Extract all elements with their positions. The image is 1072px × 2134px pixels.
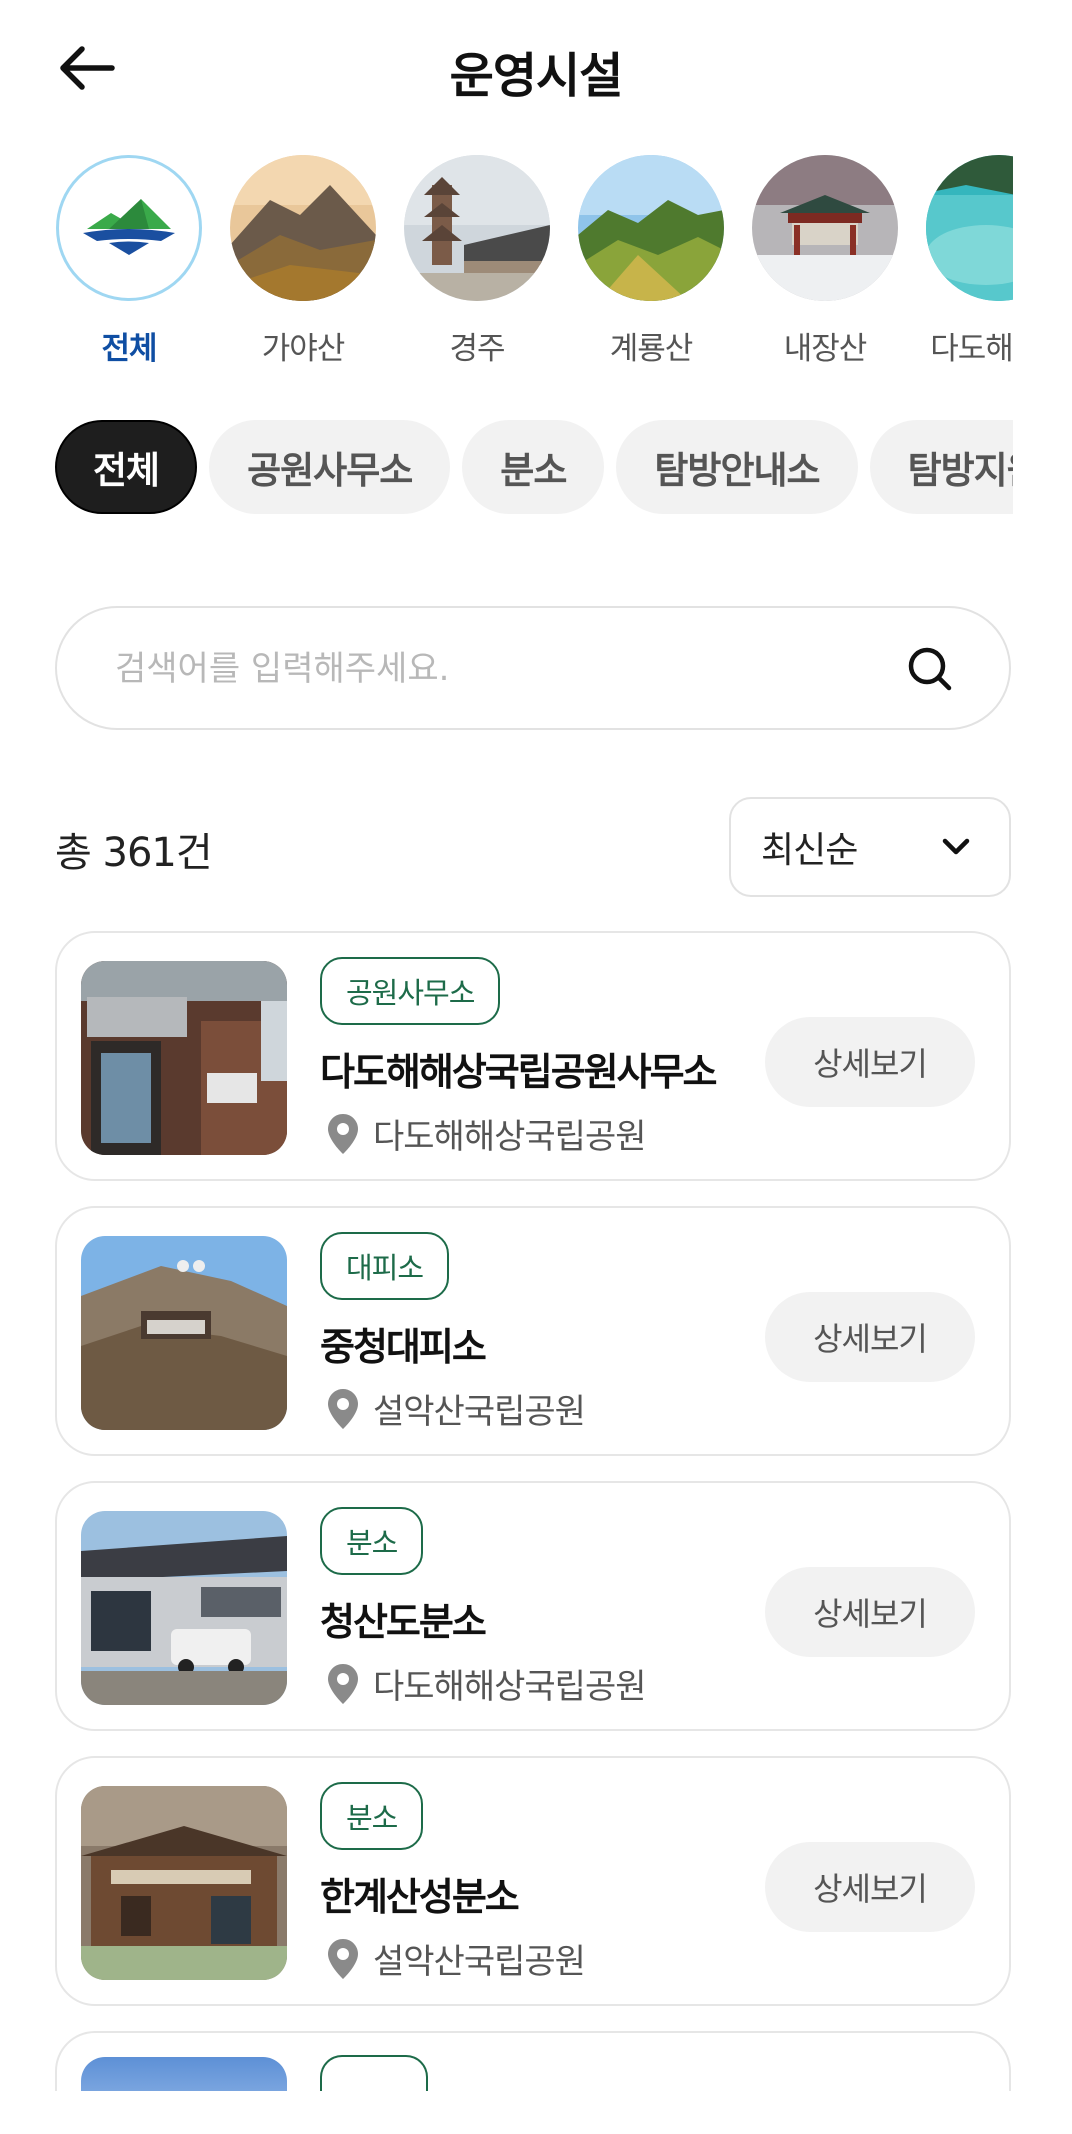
sort-dropdown[interactable]: 최신순 bbox=[729, 797, 1011, 897]
park-selector[interactable]: 전체 가야산 경주 계룡산 내장산 다도해 bbox=[55, 155, 1013, 365]
facility-name: 한계산성분소 bbox=[320, 1875, 520, 1919]
facility-location: 다도해해상국립공원 bbox=[327, 1659, 647, 1708]
park-item-naejangsan[interactable]: 내장산 bbox=[751, 155, 899, 365]
page-title: 운영시설 bbox=[449, 48, 624, 104]
facility-type-badge bbox=[320, 2055, 428, 2091]
facility-park-name: 다도해해상국립공원 bbox=[373, 1117, 647, 1157]
park-label: 다도해해상 bbox=[930, 331, 1013, 365]
park-photo-image bbox=[752, 155, 898, 301]
result-count: 총 361건 bbox=[55, 830, 213, 876]
location-pin-icon bbox=[328, 1388, 358, 1429]
park-item-dadohae[interactable]: 다도해해상 bbox=[925, 155, 1013, 365]
facility-card[interactable]: 공원사무소 다도해해상국립공원사무소 다도해해상국립공원 상세보기 bbox=[55, 931, 1011, 1181]
detail-button[interactable]: 상세보기 bbox=[765, 1017, 975, 1107]
search-input[interactable] bbox=[113, 608, 877, 730]
park-photo-image bbox=[578, 155, 724, 301]
park-item-gayasan[interactable]: 가야산 bbox=[229, 155, 377, 365]
facility-type-badge: 공원사무소 bbox=[320, 957, 501, 1025]
facility-card-partial[interactable] bbox=[55, 2031, 1011, 2091]
category-pill-all[interactable]: 전체 bbox=[55, 420, 198, 514]
facility-photo bbox=[81, 1786, 287, 1980]
location-pin-icon bbox=[328, 1663, 358, 1704]
facility-photo bbox=[81, 2057, 287, 2091]
facility-location: 다도해해상국립공원 bbox=[327, 1109, 647, 1158]
park-logo-image bbox=[56, 155, 202, 301]
facility-type-badge: 분소 bbox=[320, 1782, 424, 1850]
facility-photo bbox=[81, 961, 287, 1155]
facility-name: 다도해해상국립공원사무소 bbox=[320, 1050, 718, 1094]
facility-type-badge: 분소 bbox=[320, 1507, 424, 1575]
location-pin-icon bbox=[328, 1938, 358, 1979]
park-item-all[interactable]: 전체 bbox=[55, 155, 203, 365]
facility-park-name: 설악산국립공원 bbox=[373, 1942, 586, 1982]
park-photo-image bbox=[230, 155, 376, 301]
category-pill-support-center[interactable]: 탐방지원센터 bbox=[869, 420, 1013, 514]
facility-card[interactable]: 대피소 중청대피소 설악산국립공원 상세보기 bbox=[55, 1206, 1011, 1456]
facility-card[interactable]: 분소 청산도분소 다도해해상국립공원 상세보기 bbox=[55, 1481, 1011, 1731]
chevron-down-icon bbox=[942, 838, 970, 855]
sort-selected-value: 최신순 bbox=[761, 830, 858, 871]
facility-list: 공원사무소 다도해해상국립공원사무소 다도해해상국립공원 상세보기 대피소 중청… bbox=[55, 931, 1013, 2116]
detail-button[interactable]: 상세보기 bbox=[765, 1567, 975, 1657]
location-pin-icon bbox=[328, 1113, 358, 1154]
facility-park-name: 설악산국립공원 bbox=[373, 1392, 586, 1432]
national-park-logo-icon bbox=[83, 199, 175, 255]
park-photo-image bbox=[926, 155, 1013, 301]
category-pill-branch[interactable]: 분소 bbox=[462, 420, 605, 514]
park-label: 경주 bbox=[449, 331, 505, 365]
search-icon[interactable] bbox=[907, 646, 953, 692]
facility-photo bbox=[81, 1511, 287, 1705]
facility-location: 설악산국립공원 bbox=[327, 1384, 586, 1433]
facility-location: 설악산국립공원 bbox=[327, 1934, 586, 1983]
park-label: 가야산 bbox=[261, 331, 346, 365]
park-label: 계룡산 bbox=[609, 331, 694, 365]
category-pill-park-office[interactable]: 공원사무소 bbox=[209, 420, 451, 514]
facility-name: 중청대피소 bbox=[320, 1325, 487, 1369]
search-bar bbox=[55, 606, 1011, 730]
park-item-gyeongju[interactable]: 경주 bbox=[403, 155, 551, 365]
park-label: 내장산 bbox=[783, 331, 868, 365]
header: 운영시설 bbox=[0, 0, 1072, 140]
park-photo-image bbox=[404, 155, 550, 301]
facility-park-name: 다도해해상국립공원 bbox=[373, 1667, 647, 1707]
park-item-gyeryongsan[interactable]: 계룡산 bbox=[577, 155, 725, 365]
category-filter: 전체 공원사무소 분소 탐방안내소 탐방지원센터 bbox=[55, 420, 1013, 516]
category-pill-visitor-center[interactable]: 탐방안내소 bbox=[616, 420, 858, 514]
detail-button[interactable]: 상세보기 bbox=[765, 1292, 975, 1382]
facility-card[interactable]: 분소 한계산성분소 설악산국립공원 상세보기 bbox=[55, 1756, 1011, 2006]
facility-name: 청산도분소 bbox=[320, 1600, 487, 1644]
facilities-page: 운영시설 전체 가야산 경주 계룡산 내장산 다도해 전체 공원사무소 분소 탐… bbox=[0, 0, 1072, 2134]
park-label: 전체 bbox=[101, 331, 157, 365]
facility-type-badge: 대피소 bbox=[320, 1232, 450, 1300]
detail-button[interactable]: 상세보기 bbox=[765, 1842, 975, 1932]
facility-photo bbox=[81, 1236, 287, 1430]
